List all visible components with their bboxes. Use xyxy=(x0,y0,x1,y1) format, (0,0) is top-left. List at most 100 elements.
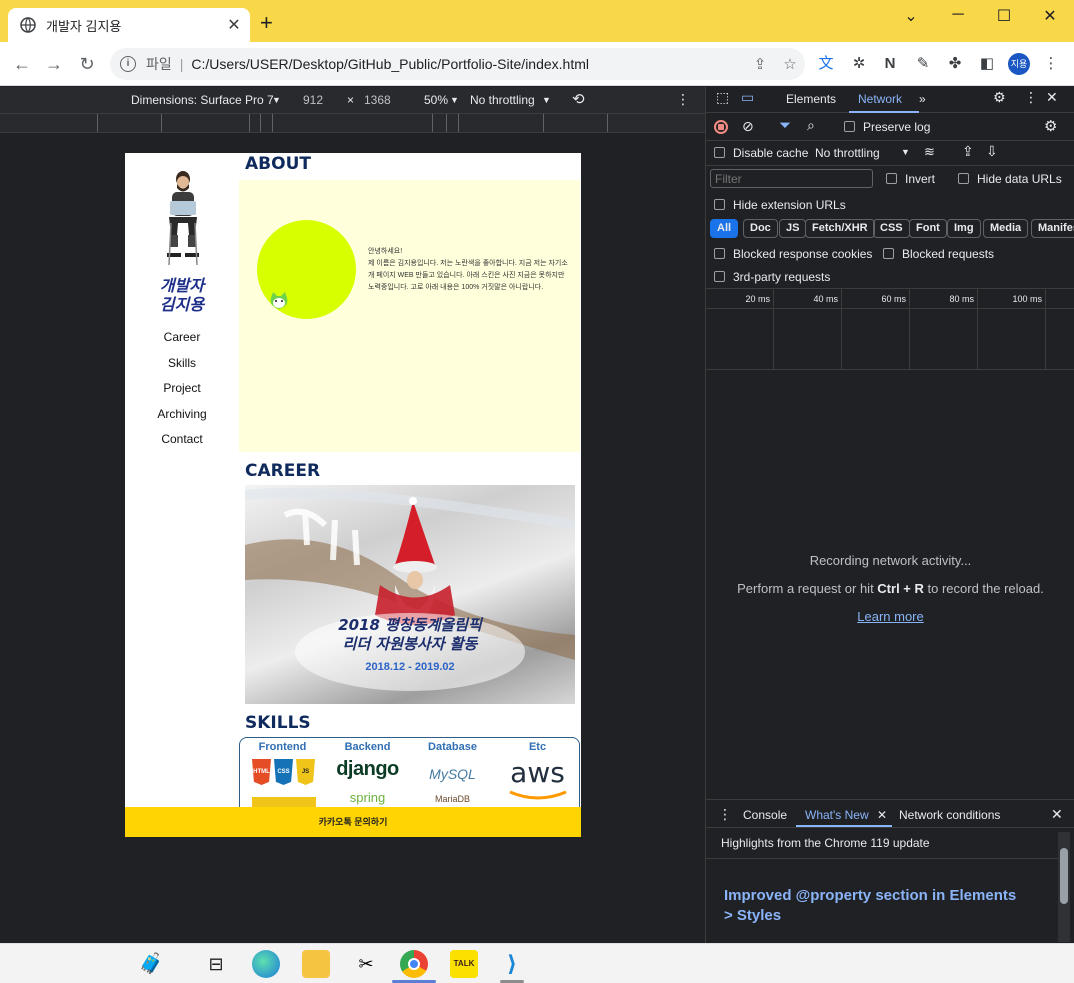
address-url[interactable]: C:/Users/USER/Desktop/GitHub_Public/Port… xyxy=(191,56,745,72)
export-har-icon[interactable]: ⇩ xyxy=(986,143,998,160)
more-tabs-icon[interactable]: » xyxy=(919,92,926,106)
drawer-tab-whats-new[interactable]: What's New xyxy=(805,808,869,822)
career-card-photo[interactable]: 2018 평창동계올림픽 리더 자원봉사자 활동 2018.12 - 2019.… xyxy=(245,485,575,704)
reload-icon[interactable]: ↻ xyxy=(75,52,99,76)
bookmark-star-icon[interactable]: ☆ xyxy=(775,55,805,73)
media-query-ruler[interactable] xyxy=(0,113,705,133)
rotate-icon[interactable]: ⟲ xyxy=(572,90,585,108)
maximize-button[interactable]: ☐ xyxy=(981,6,1027,26)
blocked-requests-checkbox[interactable]: Blocked requests xyxy=(883,247,994,261)
filter-chip-img[interactable]: Img xyxy=(947,219,981,238)
widgets-holiday-icon[interactable]: 🧳 xyxy=(116,950,186,978)
profile-avatar[interactable]: 지용 xyxy=(1008,53,1030,75)
browser-tab[interactable]: 개발자 김지용 ✕ xyxy=(8,8,250,42)
close-whats-new-icon[interactable]: ✕ xyxy=(877,808,887,822)
device-height-input[interactable]: 1368 xyxy=(364,93,391,107)
devtools-drawer: ⋮ Console What's New ✕ Network condition… xyxy=(706,799,1074,943)
import-har-icon[interactable]: ⇪ xyxy=(962,143,974,160)
tab-close-button[interactable]: ✕ xyxy=(224,15,244,35)
learn-more-link[interactable]: Learn more xyxy=(857,609,923,624)
search-icon[interactable]: ⌕ xyxy=(807,117,815,134)
career-item-date: 2018.12 - 2019.02 xyxy=(365,661,455,673)
file-explorer-icon[interactable] xyxy=(302,950,330,978)
kakao-contact-button[interactable]: 카카오톡 문의하기 xyxy=(125,807,581,837)
invert-checkbox[interactable]: Invert xyxy=(886,172,935,186)
info-icon[interactable]: i xyxy=(120,56,136,72)
chrome-browser-icon[interactable] xyxy=(400,950,428,978)
clear-icon[interactable]: ⊘ xyxy=(742,118,754,135)
network-throttling-select[interactable]: No throttling xyxy=(815,146,880,160)
third-party-requests-checkbox[interactable]: 3rd-party requests xyxy=(714,270,830,284)
edge-browser-icon[interactable] xyxy=(252,950,280,978)
device-toolbar-toggle-icon[interactable]: ▭ xyxy=(741,89,754,106)
network-conditions-icon[interactable]: ≋ xyxy=(924,144,935,160)
tab-elements[interactable]: Elements xyxy=(786,92,836,106)
nav-item-archiving[interactable]: Archiving xyxy=(125,402,239,428)
nav-item-skills[interactable]: Skills xyxy=(125,351,239,377)
eyedropper-extension-icon[interactable]: ✎ xyxy=(913,54,933,74)
notion-extension-icon[interactable]: N xyxy=(880,54,900,74)
timeline-tick-label: 80 ms xyxy=(949,294,974,304)
tab-search-icon[interactable]: ⌄ xyxy=(888,6,934,26)
settings-gear-icon[interactable]: ⚙ xyxy=(993,89,1006,106)
network-timeline-overview[interactable]: 20 ms 40 ms 60 ms 80 ms 100 ms xyxy=(706,289,1074,370)
close-devtools-icon[interactable]: ✕ xyxy=(1046,89,1058,106)
extensions-puzzle-icon[interactable]: ✤ xyxy=(945,54,965,74)
drawer-tab-network-conditions[interactable]: Network conditions xyxy=(899,808,1000,822)
filter-chip-fetch-xhr[interactable]: Fetch/XHR xyxy=(805,219,875,238)
sidebar-nav: Career Skills Project Archiving Contact xyxy=(125,325,239,453)
preserve-log-checkbox[interactable]: Preserve log xyxy=(844,120,930,134)
css3-icon: CSS xyxy=(274,759,293,785)
filter-chip-js[interactable]: JS xyxy=(779,219,807,238)
drawer-tab-console[interactable]: Console xyxy=(743,808,787,822)
nav-item-project[interactable]: Project xyxy=(125,376,239,402)
inspect-element-icon[interactable]: ⬚ xyxy=(716,89,729,106)
throttling-select[interactable]: No throttling xyxy=(470,93,535,107)
new-tab-button[interactable]: + xyxy=(260,12,273,34)
nav-item-career[interactable]: Career xyxy=(125,325,239,351)
sparkle-extension-icon[interactable]: ✲ xyxy=(849,54,869,74)
filter-chip-css[interactable]: CSS xyxy=(873,219,910,238)
whats-new-feature-link[interactable]: Improved @property section in Elements >… xyxy=(724,886,1024,926)
filter-chip-media[interactable]: Media xyxy=(983,219,1029,238)
forward-icon[interactable]: → xyxy=(42,52,66,76)
filter-input[interactable] xyxy=(710,169,873,188)
back-icon[interactable]: ← xyxy=(10,52,34,76)
hide-extension-urls-checkbox[interactable]: Hide extension URLs xyxy=(714,198,846,212)
close-drawer-icon[interactable]: ✕ xyxy=(1051,806,1063,823)
device-width-input[interactable]: 912 xyxy=(303,93,323,107)
disable-cache-checkbox[interactable]: Disable cache xyxy=(714,146,808,160)
zoom-select[interactable]: 50% xyxy=(424,93,448,107)
address-bar[interactable]: i 파일 | C:/Users/USER/Desktop/GitHub_Publ… xyxy=(110,48,805,80)
device-dimensions-select[interactable]: Dimensions: Surface Pro 7 xyxy=(131,93,274,107)
windows-taskbar: 🧳 ⊟ ✂ TALK ⟩ xyxy=(0,943,1074,983)
nav-item-contact[interactable]: Contact xyxy=(125,427,239,453)
record-icon[interactable] xyxy=(714,120,728,134)
timeline-tick-label: 40 ms xyxy=(813,294,838,304)
timeline-tick-label: 60 ms xyxy=(881,294,906,304)
skills-col-frontend: Frontend xyxy=(258,741,307,753)
more-options-icon[interactable]: ⋮ xyxy=(676,91,690,108)
side-panel-icon[interactable]: ◧ xyxy=(977,54,997,74)
filter-chip-all[interactable]: All xyxy=(710,219,739,238)
translate-extension-icon[interactable]: 文 xyxy=(816,54,836,74)
filter-icon[interactable]: ⏷ xyxy=(779,117,791,134)
filter-chip-manifest[interactable]: Manifes xyxy=(1031,219,1074,238)
close-window-button[interactable]: ✕ xyxy=(1027,6,1073,26)
filter-chip-font[interactable]: Font xyxy=(909,219,947,238)
share-icon[interactable]: ⇪ xyxy=(745,55,775,73)
minimize-button[interactable]: ─ xyxy=(935,6,981,26)
blocked-response-cookies-checkbox[interactable]: Blocked response cookies xyxy=(714,247,872,261)
tab-network[interactable]: Network xyxy=(858,92,902,106)
drawer-scrollbar[interactable] xyxy=(1058,832,1070,942)
kakaotalk-icon[interactable]: TALK xyxy=(450,950,478,978)
drawer-menu-icon[interactable]: ⋮ xyxy=(718,806,732,823)
devtools-menu-icon[interactable]: ⋮ xyxy=(1024,89,1038,106)
hide-data-urls-checkbox[interactable]: Hide data URLs xyxy=(958,172,1062,186)
vscode-icon[interactable]: ⟩ xyxy=(498,950,526,978)
snipping-tool-icon[interactable]: ✂ xyxy=(352,950,380,978)
filter-chip-doc[interactable]: Doc xyxy=(743,219,778,238)
task-view-icon[interactable]: ⊟ xyxy=(202,950,230,978)
network-settings-icon[interactable]: ⚙ xyxy=(1044,117,1057,135)
menu-kebab-icon[interactable]: ⋮ xyxy=(1041,54,1061,74)
